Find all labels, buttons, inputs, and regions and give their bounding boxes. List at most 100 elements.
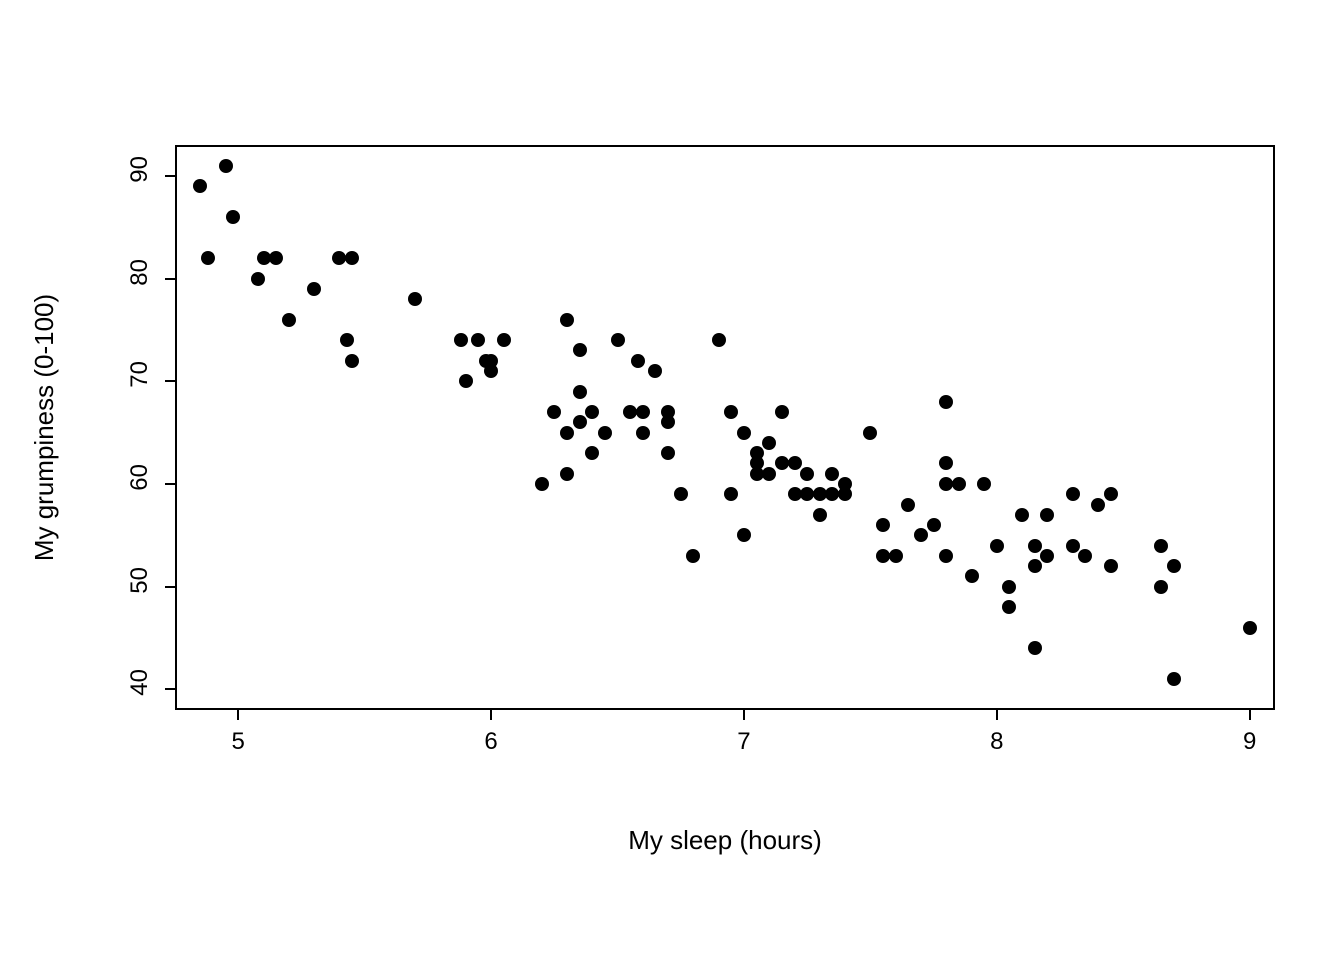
data-point [1066, 539, 1080, 553]
data-point [889, 549, 903, 563]
data-point [459, 374, 473, 388]
data-point [560, 426, 574, 440]
data-point [631, 354, 645, 368]
data-point [737, 426, 751, 440]
data-point [788, 456, 802, 470]
y-tick-label: 80 [126, 259, 154, 299]
data-point [1028, 641, 1042, 655]
plot-area [175, 145, 1275, 710]
data-point [661, 415, 675, 429]
data-point [219, 159, 233, 173]
data-point [193, 179, 207, 193]
data-point [585, 405, 599, 419]
data-point [1078, 549, 1092, 563]
data-point [1040, 549, 1054, 563]
data-point [611, 333, 625, 347]
data-point [939, 456, 953, 470]
data-point [990, 539, 1004, 553]
data-point [762, 467, 776, 481]
y-tick-label: 50 [126, 567, 154, 607]
y-tick [165, 586, 175, 588]
y-tick-label: 90 [126, 156, 154, 196]
x-tick [1249, 710, 1251, 720]
data-point [952, 477, 966, 491]
data-point [800, 467, 814, 481]
data-point [269, 251, 283, 265]
data-point [686, 549, 700, 563]
data-point [471, 333, 485, 347]
data-point [560, 313, 574, 327]
data-point [345, 354, 359, 368]
data-point [1066, 487, 1080, 501]
x-tick-label: 6 [484, 728, 497, 756]
data-point [201, 251, 215, 265]
x-tick [237, 710, 239, 720]
data-point [724, 487, 738, 501]
data-point [1028, 559, 1042, 573]
y-tick [165, 380, 175, 382]
data-point [813, 508, 827, 522]
x-tick [996, 710, 998, 720]
data-point [1002, 600, 1016, 614]
data-point [454, 333, 468, 347]
data-point [863, 426, 877, 440]
data-point [251, 272, 265, 286]
data-point [497, 333, 511, 347]
x-tick-label: 5 [232, 728, 245, 756]
data-point [307, 282, 321, 296]
x-axis-label: My sleep (hours) [175, 825, 1275, 856]
data-point [1104, 559, 1118, 573]
y-tick-label: 60 [126, 464, 154, 504]
scatter-chart: My sleep (hours) My grumpiness (0-100) 5… [0, 0, 1344, 960]
data-point [340, 333, 354, 347]
y-tick [165, 278, 175, 280]
data-point [914, 528, 928, 542]
data-point [345, 251, 359, 265]
data-point [712, 333, 726, 347]
data-point [573, 343, 587, 357]
data-point [1167, 672, 1181, 686]
data-point [573, 385, 587, 399]
data-point [1015, 508, 1029, 522]
data-point [939, 549, 953, 563]
data-point [825, 467, 839, 481]
data-point [282, 313, 296, 327]
x-tick-label: 9 [1243, 728, 1256, 756]
x-tick [490, 710, 492, 720]
data-point [876, 518, 890, 532]
data-point [1104, 487, 1118, 501]
data-point [1040, 508, 1054, 522]
y-tick [165, 688, 175, 690]
y-tick [165, 175, 175, 177]
data-point [408, 292, 422, 306]
data-point [1028, 539, 1042, 553]
data-point [535, 477, 549, 491]
data-point [598, 426, 612, 440]
x-tick-label: 7 [737, 728, 750, 756]
data-point [724, 405, 738, 419]
data-point [585, 446, 599, 460]
data-point [479, 354, 493, 368]
data-point [226, 210, 240, 224]
data-point [1002, 580, 1016, 594]
data-point [838, 477, 852, 491]
data-point [762, 436, 776, 450]
data-point [1154, 539, 1168, 553]
data-point [1154, 580, 1168, 594]
y-tick-label: 70 [126, 361, 154, 401]
data-point [560, 467, 574, 481]
data-point [648, 364, 662, 378]
data-point [939, 395, 953, 409]
data-point [737, 528, 751, 542]
data-point [1091, 498, 1105, 512]
x-tick-label: 8 [990, 728, 1003, 756]
data-point [636, 405, 650, 419]
y-tick-label: 40 [126, 669, 154, 709]
data-point [1243, 621, 1257, 635]
data-point [1167, 559, 1181, 573]
data-point [977, 477, 991, 491]
data-point [573, 415, 587, 429]
x-tick [743, 710, 745, 720]
data-point [674, 487, 688, 501]
data-point [636, 426, 650, 440]
